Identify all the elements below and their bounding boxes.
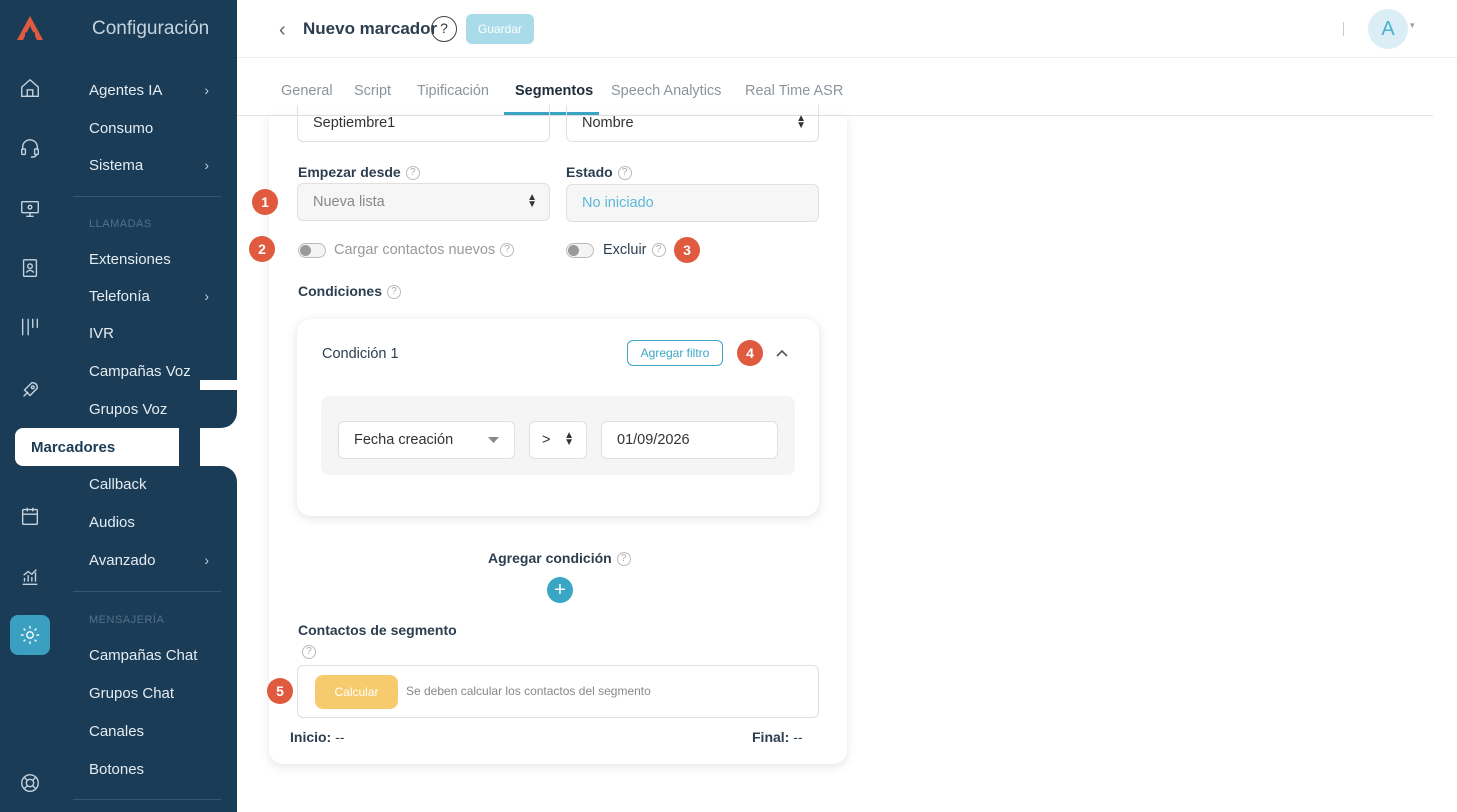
filter-operator-select[interactable]: > ▲ ▼ bbox=[529, 421, 587, 459]
avatar[interactable]: A bbox=[1368, 9, 1408, 49]
add-filter-button[interactable]: Agregar filtro bbox=[627, 340, 723, 366]
icon-rail bbox=[0, 0, 58, 812]
caret-down-icon bbox=[488, 437, 499, 443]
step-marker-2: 2 bbox=[249, 236, 275, 262]
rocket-icon[interactable] bbox=[17, 377, 43, 403]
filter-date-input[interactable]: 01/09/2026 bbox=[601, 421, 778, 459]
nav-notch-top: Grupos Voz bbox=[58, 390, 237, 428]
nav-item-canales[interactable]: Canales bbox=[89, 723, 209, 740]
step-marker-3: 3 bbox=[674, 237, 700, 263]
tab-script[interactable]: Script bbox=[354, 83, 391, 99]
nav-item-agentes-ia[interactable]: Agentes IA › bbox=[89, 82, 209, 99]
nav-section-title: Configuración bbox=[92, 18, 210, 39]
exclude-toggle[interactable] bbox=[566, 243, 594, 258]
chevron-right-icon: › bbox=[204, 82, 209, 98]
state-field: No iniciado bbox=[566, 184, 819, 222]
gear-icon[interactable] bbox=[17, 622, 43, 648]
filter-field-select[interactable]: Fecha creación bbox=[338, 421, 515, 459]
nav-item-botones[interactable]: Botones bbox=[89, 761, 209, 778]
state-label: Estado? bbox=[566, 164, 632, 181]
tab-real-time-asr[interactable]: Real Time ASR bbox=[745, 83, 843, 99]
nav-item-avanzado[interactable]: Avanzado › bbox=[89, 552, 209, 569]
nav-divider bbox=[73, 196, 221, 197]
exclude-label: Excluir? bbox=[603, 242, 666, 258]
chevron-right-icon: › bbox=[204, 288, 209, 304]
help-icon[interactable]: ? bbox=[302, 645, 316, 659]
header-divider bbox=[1343, 22, 1344, 36]
monitor-icon[interactable] bbox=[17, 196, 43, 222]
support-lifebuoy-icon[interactable] bbox=[17, 770, 43, 796]
nav-item-grupos-voz[interactable]: Grupos Voz bbox=[89, 401, 209, 418]
help-icon[interactable]: ? bbox=[651, 243, 666, 258]
nav-notch-bottom: Callback bbox=[58, 466, 237, 504]
nav-heading-llamadas: LLAMADAS bbox=[89, 218, 152, 230]
select-arrows-icon: ▲ ▼ bbox=[527, 192, 537, 210]
step-marker-5: 5 bbox=[267, 678, 293, 704]
tab-speech-analytics[interactable]: Speech Analytics bbox=[611, 83, 721, 99]
headset-icon[interactable] bbox=[17, 135, 43, 161]
start-from-label: Empezar desde? bbox=[298, 164, 420, 181]
nav-lower: Audios Avanzado › MENSAJERÍA Campañas Cha… bbox=[58, 504, 237, 812]
page-header: ‹ Nuevo marcador ? Guardar A ▾ bbox=[237, 0, 1457, 58]
nav-item-consumo[interactable]: Consumo bbox=[89, 120, 209, 137]
range-start: Inicio: -- bbox=[290, 729, 345, 745]
nav-heading-mensajeria: MENSAJERÍA bbox=[89, 614, 165, 626]
sort-select[interactable]: Nombre ▲ ▼ bbox=[566, 105, 819, 142]
home-icon[interactable] bbox=[17, 75, 43, 101]
select-arrows-icon: ▲ ▼ bbox=[796, 113, 806, 131]
analytics-icon[interactable] bbox=[17, 564, 43, 590]
nav-item-audios[interactable]: Audios bbox=[89, 514, 209, 531]
segment-contacts-label: Contactos de segmento bbox=[298, 622, 457, 638]
help-icon[interactable]: ? bbox=[617, 166, 632, 181]
help-icon[interactable]: ? bbox=[405, 166, 420, 181]
segment-name-input[interactable]: Septiembre1 bbox=[297, 105, 550, 142]
chevron-right-icon: › bbox=[204, 552, 209, 568]
help-icon[interactable]: ? bbox=[500, 243, 515, 258]
columns-icon[interactable] bbox=[17, 314, 43, 340]
nav-item-sistema[interactable]: Sistema › bbox=[89, 157, 209, 174]
tab-tipificacion[interactable]: Tipificación bbox=[417, 83, 489, 99]
app-logo-icon[interactable] bbox=[15, 14, 45, 42]
nav-item-grupos-chat[interactable]: Grupos Chat bbox=[89, 685, 209, 702]
load-new-contacts-toggle[interactable] bbox=[298, 243, 326, 258]
add-condition-label: Agregar condición? bbox=[488, 550, 631, 567]
load-new-contacts-label: Cargar contactos nuevos? bbox=[334, 242, 515, 258]
step-marker-4: 4 bbox=[737, 340, 763, 366]
tab-general[interactable]: General bbox=[281, 83, 333, 99]
nav-item-telefonia[interactable]: Telefonía › bbox=[89, 288, 209, 305]
select-arrows-icon: ▲ ▼ bbox=[564, 430, 574, 448]
save-button[interactable]: Guardar bbox=[466, 14, 534, 44]
nav-divider bbox=[73, 799, 221, 800]
chevron-up-icon[interactable] bbox=[774, 346, 790, 360]
nav-item-callback[interactable]: Callback bbox=[89, 476, 209, 493]
nav-item-campanas-voz[interactable]: Campañas Voz bbox=[89, 363, 209, 380]
page-title: Nuevo marcador bbox=[303, 19, 438, 38]
nav-item-marcadores-label: Marcadores bbox=[31, 439, 116, 456]
step-marker-1: 1 bbox=[252, 189, 278, 215]
range-end: Final: -- bbox=[752, 729, 803, 745]
conditions-label: Condiciones? bbox=[298, 283, 402, 300]
add-condition-plus-icon[interactable]: + bbox=[547, 577, 573, 603]
calculate-button[interactable]: Calcular bbox=[315, 675, 398, 709]
help-icon[interactable]: ? bbox=[616, 552, 631, 567]
nav-item-ivr[interactable]: IVR bbox=[89, 325, 209, 342]
calendar-icon[interactable] bbox=[17, 503, 43, 529]
contacts-book-icon[interactable] bbox=[17, 255, 43, 281]
nav-item-extensiones[interactable]: Extensiones bbox=[89, 251, 209, 268]
help-icon[interactable]: ? bbox=[387, 285, 402, 300]
chevron-down-icon[interactable]: ▾ bbox=[1410, 20, 1415, 31]
back-arrow-icon[interactable]: ‹ bbox=[279, 19, 286, 42]
chevron-right-icon: › bbox=[204, 157, 209, 173]
nav-item-campanas-chat[interactable]: Campañas Chat bbox=[89, 647, 209, 664]
condition-title: Condición 1 bbox=[322, 346, 399, 362]
tab-segmentos[interactable]: Segmentos bbox=[515, 83, 593, 99]
calculate-hint: Se deben calcular los contactos del segm… bbox=[406, 684, 651, 698]
nav-divider bbox=[73, 591, 221, 592]
start-from-select[interactable]: Nueva lista ▲ ▼ bbox=[297, 183, 550, 221]
help-icon[interactable]: ? bbox=[431, 16, 457, 42]
